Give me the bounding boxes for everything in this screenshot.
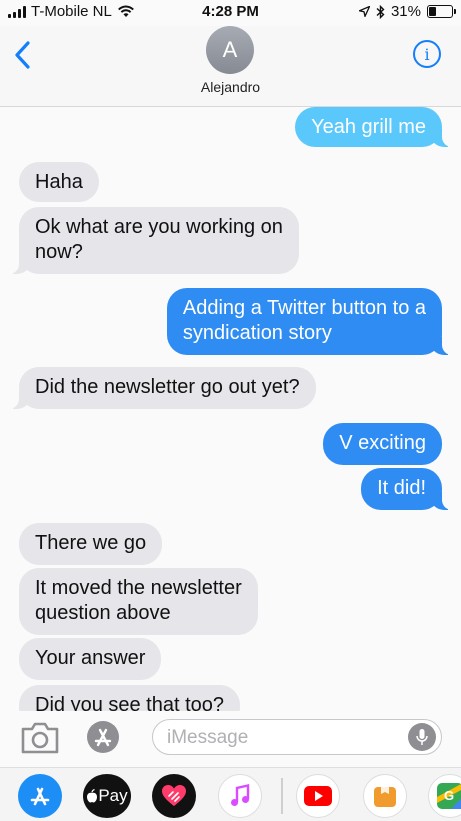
battery-percent: 31% <box>390 3 421 20</box>
battery-icon <box>427 5 456 18</box>
message-bubble-incoming[interactable]: It moved the newsletter question above <box>19 568 258 635</box>
battery-level <box>429 7 437 16</box>
message-bubble-incoming[interactable]: Did the newsletter go out yet? <box>7 367 316 409</box>
message-bubble-incoming[interactable]: There we go <box>19 523 163 565</box>
apple-pay-icon[interactable]: Pay <box>83 774 131 818</box>
message-bubble-incoming[interactable]: Haha <box>19 162 99 202</box>
drawer-separator <box>281 778 283 814</box>
message-thread[interactable]: Yeah grill me Haha Ok what are you worki… <box>0 107 461 711</box>
message-bubble-outgoing[interactable]: Adding a Twitter button to a syndication… <box>166 288 455 355</box>
message-bubble-outgoing[interactable]: V exciting <box>323 423 442 465</box>
location-arrow-icon <box>358 6 370 17</box>
app-store-icon[interactable] <box>18 774 62 818</box>
compose-bar: iMessage <box>0 711 461 767</box>
app-store-drawer-icon[interactable] <box>87 721 119 753</box>
music-icon[interactable] <box>218 774 262 818</box>
app-extension-icon[interactable] <box>363 774 407 818</box>
bluetooth-icon <box>376 4 385 19</box>
message-bubble-incoming[interactable]: Did you see that too? <box>19 685 241 711</box>
conversation-header: A Alejandro i <box>0 26 461 107</box>
google-maps-glyph: G <box>444 788 454 803</box>
apple-pay-label: Pay <box>98 786 128 805</box>
apple-logo-icon <box>87 789 98 803</box>
status-right: 31% <box>358 3 456 20</box>
digital-touch-icon[interactable] <box>152 774 196 818</box>
contact-name[interactable]: Alejandro <box>0 79 461 95</box>
imessage-placeholder: iMessage <box>167 727 249 748</box>
status-bar: T-Mobile NL 4:28 PM 31% <box>0 0 461 26</box>
message-bubble-incoming[interactable]: Ok what are you working on now? <box>7 207 299 274</box>
camera-icon[interactable] <box>20 721 60 755</box>
youtube-icon[interactable] <box>296 774 340 818</box>
message-bubble-incoming[interactable]: Your answer <box>19 638 162 680</box>
microphone-icon[interactable] <box>408 723 436 751</box>
google-maps-icon[interactable]: G <box>428 774 461 818</box>
message-bubble-outgoing[interactable]: Yeah grill me <box>295 107 454 147</box>
message-bubble-outgoing[interactable]: It did! <box>361 468 454 510</box>
info-button[interactable]: i <box>413 40 441 68</box>
app-drawer: Pay G <box>0 767 461 821</box>
imessage-input[interactable]: iMessage <box>152 719 442 755</box>
back-chevron-icon[interactable] <box>12 40 34 70</box>
contact-avatar[interactable]: A <box>206 26 254 74</box>
